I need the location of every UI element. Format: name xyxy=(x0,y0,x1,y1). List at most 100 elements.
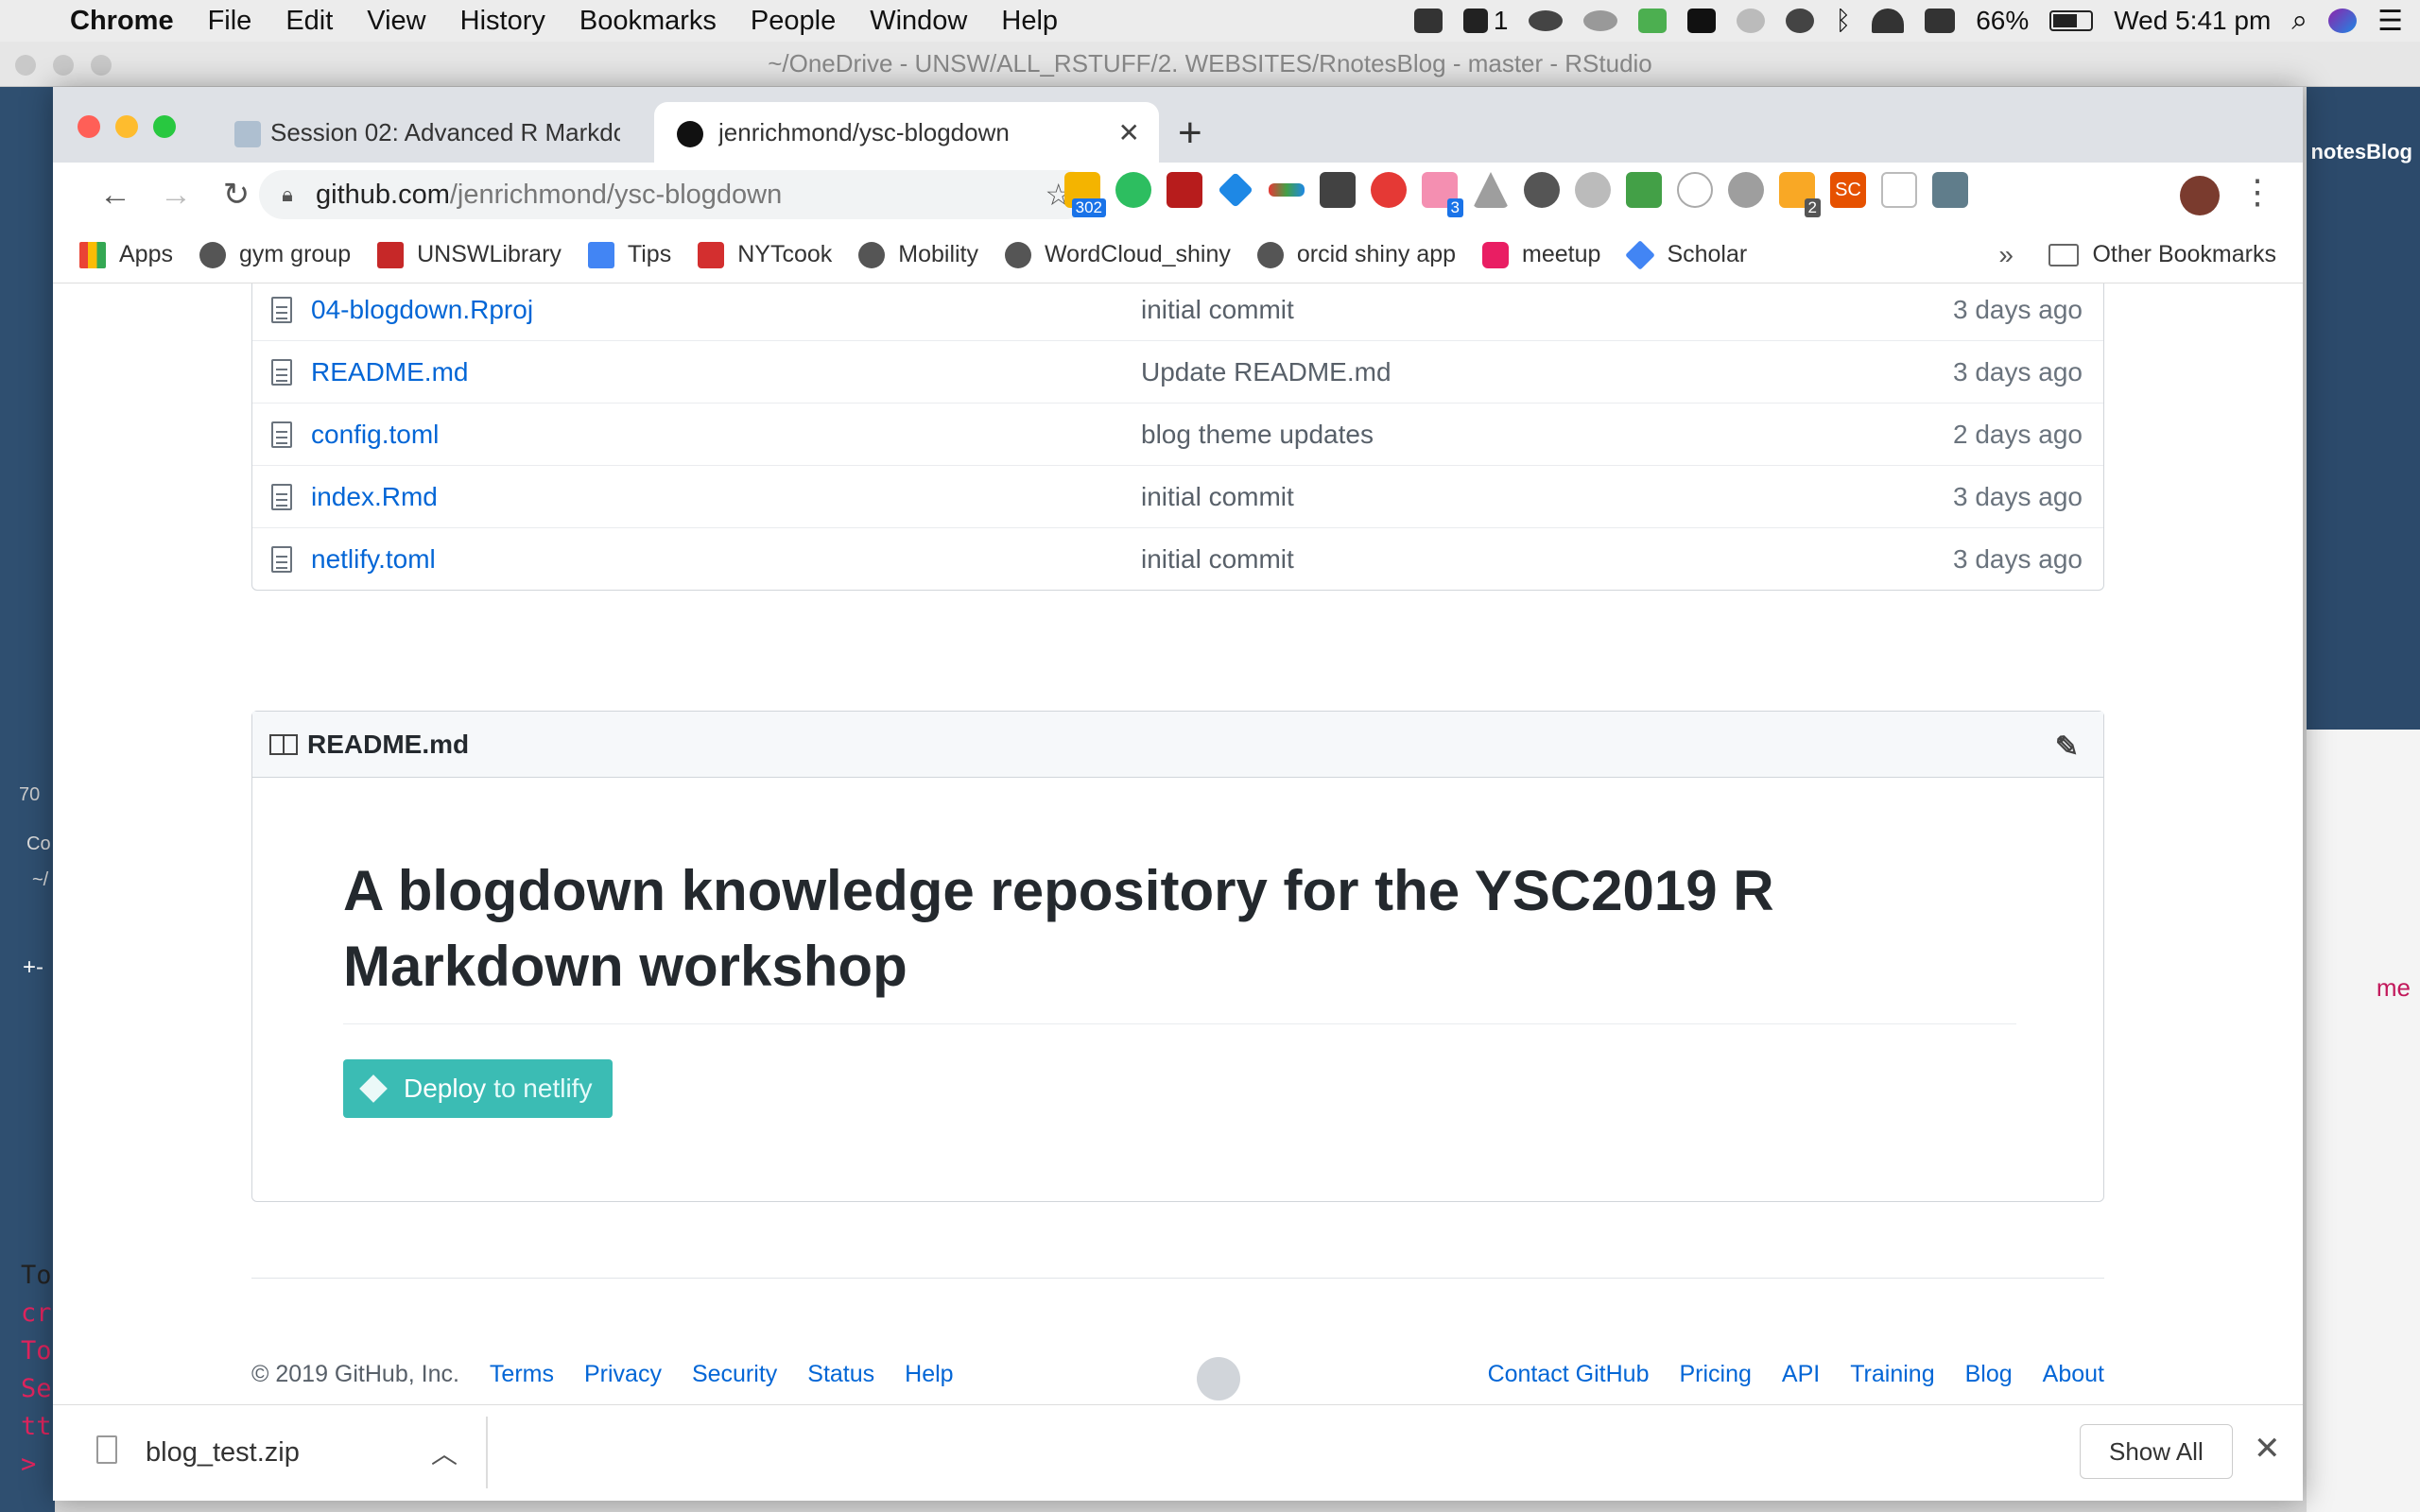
bookmark-nytcook[interactable]: NYTcook xyxy=(698,241,832,268)
ext-moon-icon[interactable] xyxy=(1524,172,1560,208)
wifi-icon[interactable] xyxy=(1872,9,1905,33)
bookmark-tips[interactable]: Tips xyxy=(587,241,671,268)
footer-link-about[interactable]: About xyxy=(2043,1361,2104,1388)
ext-chat-icon[interactable] xyxy=(1575,172,1611,208)
bookmark-apps[interactable]: Apps xyxy=(79,241,173,268)
airplay-icon[interactable] xyxy=(1925,9,1956,33)
commit-message-link[interactable]: Update README.md xyxy=(1141,357,1953,387)
profile-avatar[interactable] xyxy=(2180,176,2220,215)
footer-link-status[interactable]: Status xyxy=(807,1361,874,1388)
github-octocat-icon[interactable] xyxy=(1197,1357,1240,1400)
footer-link-pricing[interactable]: Pricing xyxy=(1679,1361,1751,1388)
ext-chart-icon[interactable] xyxy=(1728,172,1764,208)
file-name-link[interactable]: README.md xyxy=(311,357,1141,387)
bookmarks-overflow-chevron-icon[interactable]: » xyxy=(1998,240,2014,270)
footer-link-terms[interactable]: Terms xyxy=(490,1361,554,1388)
ext-yellow-chat-icon[interactable]: 2 xyxy=(1779,172,1821,217)
reload-icon[interactable]: ↻ xyxy=(206,176,267,214)
forward-arrow-icon[interactable]: → xyxy=(146,177,206,214)
footer-link-api[interactable]: API xyxy=(1782,1361,1820,1388)
ext-blue-cap-icon[interactable] xyxy=(1218,172,1253,208)
download-options-chevron-icon[interactable]: ︿ xyxy=(431,1434,458,1471)
shield-green-icon[interactable] xyxy=(1638,9,1668,33)
bookmark-meetup[interactable]: meetup xyxy=(1482,241,1600,268)
battery-icon[interactable] xyxy=(2049,10,2094,31)
close-shelf-icon[interactable]: ✕ xyxy=(2254,1430,2281,1468)
clock[interactable]: Wed 5:41 pm xyxy=(2114,6,2271,36)
dropbox-icon[interactable] xyxy=(1413,9,1443,33)
menu-edit[interactable]: Edit xyxy=(268,6,350,37)
ext-inbox-icon[interactable]: 302 xyxy=(1064,172,1106,217)
menu-app-name[interactable]: Chrome xyxy=(53,6,191,37)
chrome-menu-icon[interactable]: ⋮ xyxy=(2240,172,2274,212)
bluetooth-icon[interactable]: ᛒ xyxy=(1835,6,1851,36)
ext-sc-icon[interactable]: SC xyxy=(1830,172,1866,208)
address-bar[interactable]: 🔒︎ github.com/jenrichmond/ysc-blogdown ☆ xyxy=(259,170,1091,219)
menu-people[interactable]: People xyxy=(734,6,853,37)
new-tab-icon[interactable]: + xyxy=(1178,110,1202,157)
tab-session-02[interactable]: Session 02: Advanced R Markdown ✕ xyxy=(214,102,696,163)
google-drive-icon[interactable] xyxy=(1473,172,1509,208)
adobe-icon[interactable]: 1 xyxy=(1462,6,1508,36)
bookmark-scholar[interactable]: Scholar xyxy=(1625,239,1747,270)
menu-history[interactable]: History xyxy=(443,6,562,37)
menu-file[interactable]: File xyxy=(191,6,269,37)
window-close-button[interactable] xyxy=(78,115,100,138)
file-name-link[interactable]: netlify.toml xyxy=(311,544,1141,575)
footer-link-privacy[interactable]: Privacy xyxy=(584,1361,662,1388)
rstudio-close-button[interactable] xyxy=(15,55,36,76)
commit-message-link[interactable]: initial commit xyxy=(1141,544,1953,575)
cloud-upload-icon[interactable] xyxy=(1583,10,1618,31)
footer-link-training[interactable]: Training xyxy=(1850,1361,1934,1388)
window-minimize-button[interactable] xyxy=(115,115,138,138)
console-prompt[interactable]: > xyxy=(21,1450,36,1479)
download-filename[interactable]: blog_test.zip xyxy=(146,1437,300,1469)
ext-asana-icon[interactable]: 3 xyxy=(1422,172,1463,217)
back-arrow-icon[interactable]: ← xyxy=(85,177,146,214)
ext-search-icon[interactable] xyxy=(1932,172,1968,208)
footer-link-security[interactable]: Security xyxy=(692,1361,777,1388)
deploy-to-netlify-button[interactable]: Deploy to netlify xyxy=(343,1059,614,1118)
ext-page-icon[interactable] xyxy=(1881,172,1917,208)
commit-message-link[interactable]: initial commit xyxy=(1141,482,1953,512)
menu-bookmarks[interactable]: Bookmarks xyxy=(562,6,734,37)
spotlight-search-icon[interactable]: ⌕ xyxy=(2291,5,2308,37)
window-zoom-button[interactable] xyxy=(153,115,176,138)
menu-window[interactable]: Window xyxy=(853,6,984,37)
footer-link-help[interactable]: Help xyxy=(905,1361,953,1388)
ext-red-m-icon[interactable] xyxy=(1167,172,1202,208)
tab-close-icon[interactable]: ✕ xyxy=(1118,117,1140,148)
file-name-link[interactable]: index.Rmd xyxy=(311,482,1141,512)
bookmark-wordcloud-shiny[interactable]: WordCloud_shiny xyxy=(1005,241,1231,268)
siri-icon[interactable] xyxy=(2328,9,2358,33)
onedrive-icon[interactable] xyxy=(1529,10,1564,31)
ext-rainbow-icon[interactable] xyxy=(1269,183,1305,197)
commit-message-link[interactable]: blog theme updates xyxy=(1141,420,1953,450)
file-name-link[interactable]: config.toml xyxy=(311,420,1141,450)
ext-bulb-icon[interactable] xyxy=(1320,172,1356,208)
commit-message-link[interactable]: initial commit xyxy=(1141,295,1953,325)
tab-ysc-blogdown[interactable]: jenrichmond/ysc-blogdown ✕ xyxy=(654,102,1159,163)
ext-green-face-icon[interactable] xyxy=(1626,172,1662,208)
bookmark-orcid-shiny-app[interactable]: orcid shiny app xyxy=(1256,241,1456,268)
footer-link-blog[interactable]: Blog xyxy=(1965,1361,2013,1388)
notification-center-icon[interactable]: ☰ xyxy=(2377,5,2403,38)
footer-link-contact-github[interactable]: Contact GitHub xyxy=(1488,1361,1650,1388)
stars-app-icon[interactable] xyxy=(1687,9,1717,33)
rstudio-zoom-button[interactable] xyxy=(91,55,112,76)
time-machine-icon[interactable] xyxy=(1786,9,1815,33)
file-name-link[interactable]: 04-blogdown.Rproj xyxy=(311,295,1141,325)
ext-shield-red-icon[interactable] xyxy=(1371,172,1407,208)
ext-circle-icon[interactable] xyxy=(1677,172,1713,208)
bookmark-mobility[interactable]: Mobility xyxy=(858,241,978,268)
menu-help[interactable]: Help xyxy=(984,6,1075,37)
lock-icon[interactable]: 🔒︎ xyxy=(259,182,316,207)
rstudio-project-name[interactable]: notesBlog xyxy=(2310,140,2412,164)
spinner-icon[interactable] xyxy=(1737,9,1766,33)
bookmark-unswlibrary[interactable]: UNSWLibrary xyxy=(377,241,562,268)
show-all-button[interactable]: Show All xyxy=(2080,1424,2233,1479)
bookmark-gym-group[interactable]: gym group xyxy=(199,241,351,268)
other-bookmarks[interactable]: Other Bookmarks xyxy=(2048,241,2276,268)
edit-pencil-icon[interactable]: ✎ xyxy=(2055,730,2079,764)
rstudio-minimize-button[interactable] xyxy=(53,55,74,76)
